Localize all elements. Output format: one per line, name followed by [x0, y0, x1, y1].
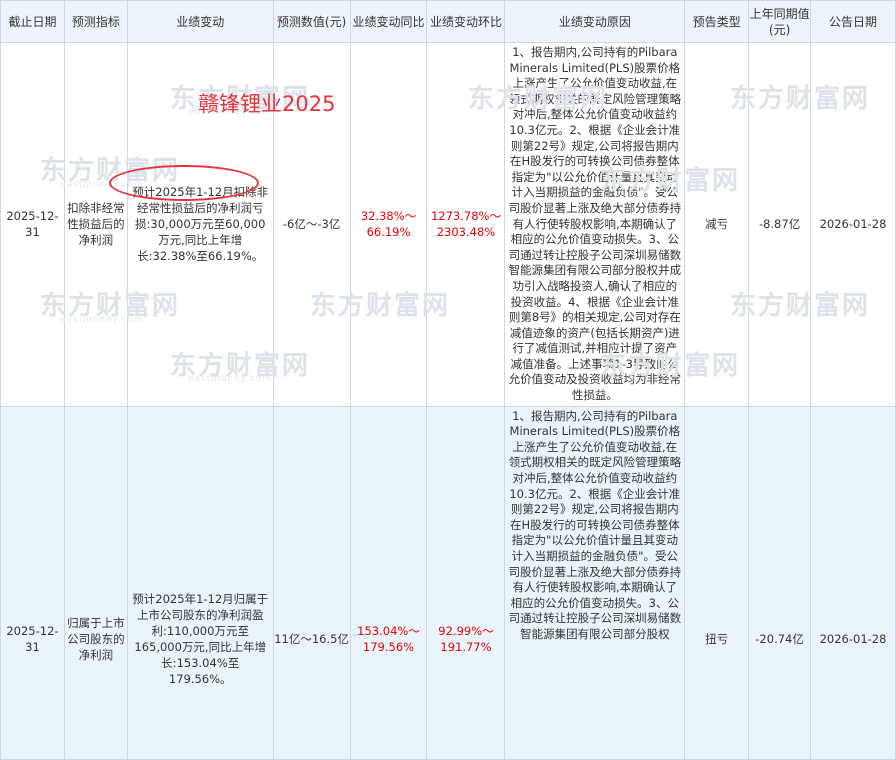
table-row: 2025-12-31 归属于上市公司股东的净利润 预计2025年1-12月归属于… — [0, 405, 896, 760]
table-row: 2025-12-31 扣除非经常性损益后的净利润 预计2025年1-12月扣除非… — [0, 42, 896, 407]
cell-yoy: 32.38%～66.19% — [349, 42, 428, 407]
header-reason[interactable]: 业绩变动原因 — [504, 0, 686, 43]
watermark-domain: eastmoney.com — [188, 374, 272, 384]
highlight-circle — [109, 165, 259, 201]
cell-reason: 1、报告期内,公司持有的Pilbara Minerals Limited(PLS… — [504, 405, 686, 760]
cell-change: 预计2025年1-12月归属于上市公司股东的净利润盈利:110,000万元至16… — [126, 405, 274, 760]
cell-date: 2025-12-31 — [0, 42, 65, 407]
header-qoq[interactable]: 业绩变动环比 — [426, 0, 506, 43]
header-indicator[interactable]: 预测指标 — [63, 0, 128, 43]
cell-qoq: 1273.78%～2303.48% — [426, 42, 506, 407]
cell-indicator: 归属于上市公司股东的净利润 — [63, 405, 128, 760]
watermark-domain: eastmoney.com — [60, 315, 144, 325]
header-forecast-value[interactable]: 预测数值(元) — [272, 0, 351, 43]
cell-type: 减亏 — [684, 42, 750, 407]
cell-reason: 1、报告期内,公司持有的Pilbara Minerals Limited(PLS… — [504, 42, 686, 407]
header-announce-date[interactable]: 公告日期 — [810, 0, 896, 43]
header-date[interactable]: 截止日期 — [0, 0, 65, 43]
cell-indicator: 扣除非经常性损益后的净利润 — [63, 42, 128, 407]
overlay-title: 赣锋锂业2025 — [198, 92, 336, 116]
header-last-year[interactable]: 上年同期值(元) — [748, 0, 812, 43]
cell-forecast-value: 11亿～16.5亿 — [272, 405, 351, 760]
header-type[interactable]: 预告类型 — [684, 0, 750, 43]
cell-qoq: 92.99%～191.77% — [426, 405, 506, 760]
cell-date: 2025-12-31 — [0, 405, 65, 760]
cell-announce-date: 2026-01-28 — [810, 405, 896, 760]
header-yoy[interactable]: 业绩变动同比 — [349, 0, 428, 43]
cell-yoy: 153.04%～179.56% — [349, 405, 428, 760]
cell-announce-date: 2026-01-28 — [810, 42, 896, 407]
header-change[interactable]: 业绩变动 — [126, 0, 274, 43]
cell-last-year: -8.87亿 — [748, 42, 812, 407]
cell-last-year: -20.74亿 — [748, 405, 812, 760]
forecast-table: 截止日期 预测指标 业绩变动 预测数值(元) 业绩变动同比 业绩变动环比 业绩变… — [0, 0, 896, 760]
table-header-row: 截止日期 预测指标 业绩变动 预测数值(元) 业绩变动同比 业绩变动环比 业绩变… — [0, 0, 896, 43]
cell-type: 扭亏 — [684, 405, 750, 760]
